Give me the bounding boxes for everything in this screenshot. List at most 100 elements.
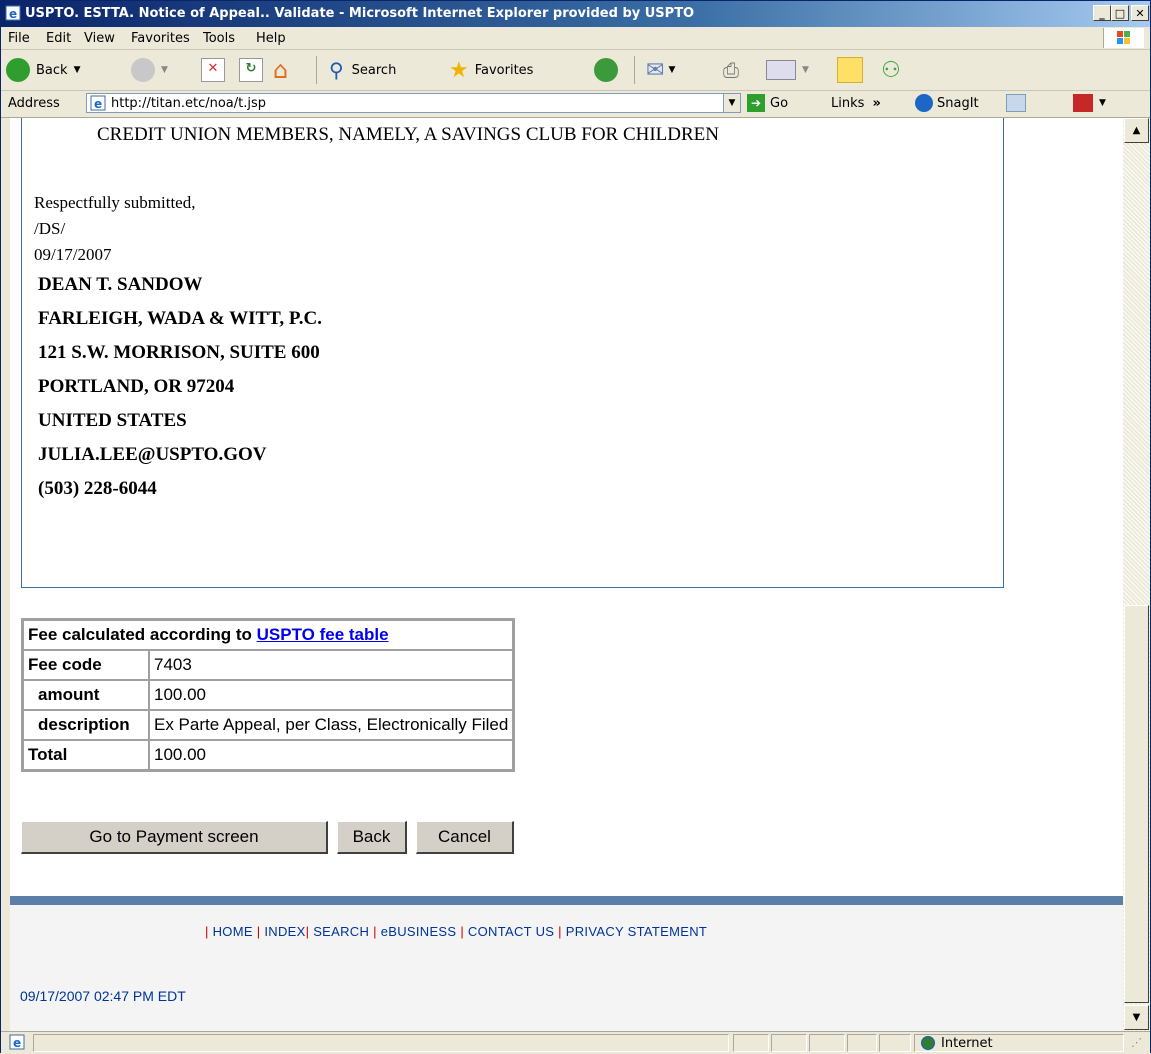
maximize-button[interactable]: □ xyxy=(1111,5,1129,21)
footer-link-ebusiness[interactable]: eBUSINESS xyxy=(381,924,457,939)
go-arrow-icon: ➔ xyxy=(747,94,765,112)
amount-label: amount xyxy=(23,680,149,710)
attorney-name: DEAN T. SANDOW xyxy=(38,274,203,295)
signature-text: /DS/ xyxy=(34,219,66,238)
note-icon xyxy=(837,57,863,83)
scroll-up-button[interactable]: ▲ xyxy=(1124,118,1149,143)
fee-code-label: Fee code xyxy=(23,650,149,680)
cancel-button[interactable]: Cancel xyxy=(416,821,514,854)
menu-favorites[interactable]: Favorites xyxy=(131,31,190,46)
back-form-button[interactable]: Back xyxy=(337,821,407,854)
close-button[interactable]: ✕ xyxy=(1131,5,1149,21)
back-button[interactable]: Back ▼ xyxy=(6,56,80,84)
table-row: Total 100.00 xyxy=(23,740,514,770)
address-label: Address xyxy=(8,96,60,111)
footer-link-contact[interactable]: CONTACT US xyxy=(468,924,554,939)
vertical-scrollbar[interactable]: ▲ ▼ xyxy=(1123,118,1150,1031)
favorites-button[interactable]: ★ Favorites xyxy=(449,56,533,84)
fee-header-text: Fee calculated according to xyxy=(28,625,257,644)
menu-view[interactable]: View xyxy=(84,31,115,46)
status-pane xyxy=(809,1034,845,1052)
city-state-zip: PORTLAND, OR 97204 xyxy=(38,376,235,397)
pdf-button[interactable]: ▼ xyxy=(1073,94,1106,112)
fee-table: Fee calculated according to USPTO fee ta… xyxy=(21,618,516,772)
menu-tools[interactable]: Tools xyxy=(203,31,235,46)
stop-button[interactable]: ✕ xyxy=(201,56,225,84)
notice-document: CREDIT UNION MEMBERS, NAMELY, A SAVINGS … xyxy=(21,118,1004,588)
messenger-button[interactable]: ⚇ xyxy=(881,56,901,84)
table-row: Fee code 7403 xyxy=(23,650,514,680)
snagit-button[interactable]: SnagIt xyxy=(915,94,979,112)
stop-icon: ✕ xyxy=(201,58,225,82)
window-title: USPTO. ESTTA. Notice of Appeal.. Validat… xyxy=(25,6,695,21)
toolbar: Back ▼ ▼ ✕ ↻ ⌂ ⚲ Search ★ Favorites ✉ ▼ … xyxy=(1,50,1150,91)
printer-icon: ⎙ xyxy=(723,58,739,82)
goods-description: CREDIT UNION MEMBERS, NAMELY, A SAVINGS … xyxy=(97,124,720,145)
print-button[interactable]: ⎙ xyxy=(723,56,739,84)
star-icon: ★ xyxy=(449,57,469,83)
messenger-icon: ⚇ xyxy=(881,57,901,83)
page-content: CREDIT UNION MEMBERS, NAMELY, A SAVINGS … xyxy=(10,118,1123,1031)
description-value: Ex Parte Appeal, per Class, Electronical… xyxy=(149,710,514,740)
country: UNITED STATES xyxy=(38,410,187,431)
notes-button[interactable] xyxy=(837,56,863,84)
closing-text: Respectfully submitted, xyxy=(34,193,196,212)
scroll-down-button[interactable]: ▼ xyxy=(1124,1005,1149,1030)
home-icon: ⌂ xyxy=(273,56,289,84)
page-timestamp: 09/17/2007 02:47 PM EDT xyxy=(20,988,186,1004)
back-arrow-icon xyxy=(6,58,30,82)
scroll-thumb[interactable] xyxy=(1124,605,1149,1003)
table-row: amount 100.00 xyxy=(23,680,514,710)
forward-button[interactable]: ▼ xyxy=(131,56,168,84)
footer-link-privacy[interactable]: PRIVACY STATEMENT xyxy=(566,924,707,939)
snagit-icon xyxy=(915,94,933,112)
total-value: 100.00 xyxy=(149,740,514,770)
total-label: Total xyxy=(23,740,149,770)
edit-button[interactable]: ▼ xyxy=(766,56,809,84)
search-label: Search xyxy=(351,62,397,78)
go-to-payment-button[interactable]: Go to Payment screen xyxy=(21,821,328,854)
refresh-button[interactable]: ↻ xyxy=(239,56,263,84)
footer-link-search[interactable]: SEARCH xyxy=(313,924,369,939)
favorites-label: Favorites xyxy=(474,62,534,78)
chevron-down-icon: ▼ xyxy=(668,65,676,75)
fee-table-link[interactable]: USPTO fee table xyxy=(257,625,389,644)
home-button[interactable]: ⌂ xyxy=(273,56,288,84)
pdf-icon xyxy=(1073,94,1093,112)
edit-icon xyxy=(766,60,796,80)
toolbar-separator xyxy=(634,56,635,84)
capture-icon[interactable] xyxy=(1006,94,1026,112)
address-bar: Address e http://titan.etc/noa/t.jsp ▼ ➔… xyxy=(1,91,1150,118)
resize-grip-icon[interactable]: ⋰ xyxy=(1131,1036,1142,1049)
menu-help[interactable]: Help xyxy=(256,31,286,46)
chevron-down-icon: ▼ xyxy=(1099,98,1106,108)
page-status-icon: e xyxy=(9,1034,25,1050)
mail-button[interactable]: ✉ ▼ xyxy=(646,56,675,84)
phone-number: (503) 228-6044 xyxy=(38,478,157,499)
svg-text:e: e xyxy=(94,97,102,111)
chevron-down-icon: ▼ xyxy=(161,65,168,75)
title-bar: e USPTO. ESTTA. Notice of Appeal.. Valid… xyxy=(1,1,1150,27)
status-pane xyxy=(771,1034,807,1052)
links-label: Links xyxy=(831,96,865,111)
page-icon: e xyxy=(90,95,106,111)
address-dropdown-button[interactable]: ▼ xyxy=(723,93,741,113)
address-input[interactable]: e http://titan.etc/noa/t.jsp xyxy=(86,93,724,113)
links-button[interactable]: Links » xyxy=(831,96,881,111)
address-url: http://titan.etc/noa/t.jsp xyxy=(111,96,266,111)
history-button[interactable] xyxy=(594,56,618,84)
footer-link-index[interactable]: INDEX xyxy=(264,924,305,939)
page-footer: | HOME | INDEX| SEARCH | eBUSINESS | CON… xyxy=(10,905,1123,1031)
footer-link-home[interactable]: HOME xyxy=(213,924,253,939)
menu-file[interactable]: File xyxy=(8,31,30,46)
fee-code-value: 7403 xyxy=(149,650,514,680)
footer-links: | HOME | INDEX| SEARCH | eBUSINESS | CON… xyxy=(205,924,708,939)
minimize-button[interactable]: _ xyxy=(1093,5,1111,21)
back-label: Back xyxy=(36,62,68,78)
table-row: description Ex Parte Appeal, per Class, … xyxy=(23,710,514,740)
ie-page-icon: e xyxy=(5,5,21,21)
street-address: 121 S.W. MORRISON, SUITE 600 xyxy=(38,342,320,363)
search-button[interactable]: ⚲ Search xyxy=(329,56,396,84)
menu-edit[interactable]: Edit xyxy=(46,31,71,46)
go-button[interactable]: ➔ Go xyxy=(747,94,788,112)
